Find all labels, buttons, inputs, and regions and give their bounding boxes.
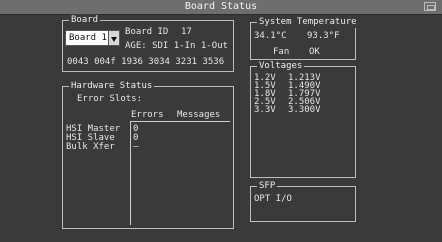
messages-column-header: Messages: [177, 110, 221, 120]
chevron-down-icon[interactable]: [108, 31, 119, 45]
board-serial: 0043 004f 1936 3034 3231 3536: [67, 57, 225, 67]
temperature-celsius: 34.1°C: [254, 31, 287, 41]
title-bar: Board Status: [0, 0, 442, 15]
fan-status: OK: [309, 47, 320, 57]
table-header-rule: [130, 121, 230, 122]
sfp-text: OPT I/O: [254, 194, 292, 204]
error-slots-label: Error Slots:: [77, 94, 143, 104]
board-group: Board Board 1 Board ID 17 AGE: SDI 1-In …: [62, 14, 234, 72]
row-label-bulk-xfer: Bulk Xfer: [66, 142, 115, 152]
window-title: Board Status: [184, 1, 258, 12]
sfp-legend: SFP: [257, 180, 278, 192]
temperature-fahrenheit: 93.3°F: [307, 31, 340, 41]
board-age-text: AGE: SDI 1-In 1-Out: [125, 41, 228, 51]
fan-label: Fan: [273, 47, 290, 57]
board-id-label: Board ID: [125, 27, 169, 37]
system-temperature-group: System Temperature 34.1°C 93.3°F Fan OK: [250, 16, 359, 60]
voltage-nominal: 3.3V: [254, 105, 276, 115]
voltages-legend: Voltages: [257, 60, 305, 72]
voltage-actual: 3.300V: [288, 105, 321, 115]
voltages-group: Voltages 1.2V 1.213V 1.5V 1.490V 1.8V 1.…: [250, 60, 356, 178]
board-legend: Board: [69, 14, 101, 26]
table-column-divider: [130, 121, 131, 225]
close-icon[interactable]: [424, 2, 436, 11]
hardware-status-group: Hardware Status Error Slots: Errors Mess…: [62, 80, 234, 229]
board-id-value: 17: [181, 27, 192, 37]
hardware-status-legend: Hardware Status: [69, 80, 155, 92]
errors-column-header: Errors: [131, 110, 164, 120]
row-errors-bulk-xfer: —: [133, 142, 139, 152]
board-status-window: Board Status Board Board 1 Board ID 17 A…: [0, 0, 442, 242]
board-selector[interactable]: Board 1: [65, 30, 120, 46]
board-selector-value: Board 1: [69, 33, 107, 43]
system-temperature-legend: System Temperature: [257, 16, 359, 28]
sfp-group: SFP OPT I/O: [250, 180, 356, 222]
